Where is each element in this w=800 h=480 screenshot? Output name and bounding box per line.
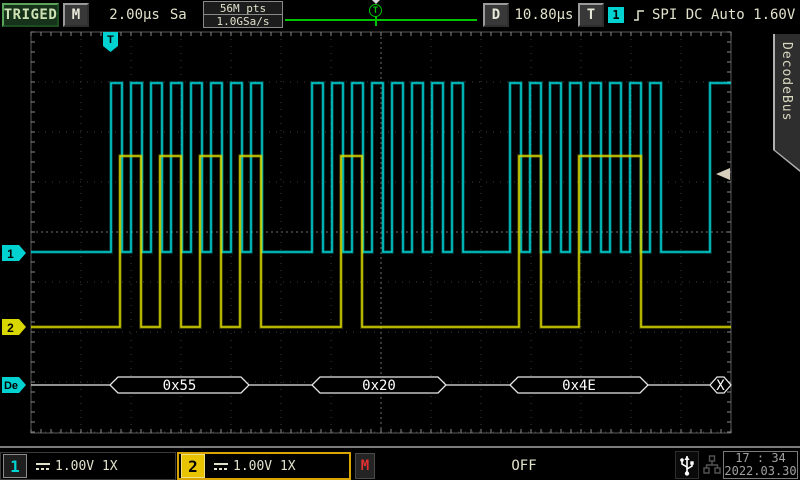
decode-value: 0x20 <box>362 378 396 394</box>
date-readout: 2022.03.30 <box>724 465 796 478</box>
usb-indicator <box>675 451 699 479</box>
trigger-position-ruler[interactable] <box>285 19 477 21</box>
channel1-scale: 1.00V 1X <box>55 459 118 474</box>
rising-edge-icon <box>632 8 647 23</box>
decode-value: 0x4E <box>562 378 596 394</box>
dc-coupling-icon <box>35 461 51 472</box>
timebase-readout: 2.00µs Sa <box>96 3 200 27</box>
trigger-menu-button[interactable]: T <box>578 3 604 27</box>
function-status: OFF <box>376 452 672 480</box>
trigger-status-badge: TRIGED <box>2 3 59 27</box>
channel1-section[interactable]: 1 1.00V 1X <box>0 452 176 480</box>
trigger-position-marker[interactable]: T <box>369 4 382 17</box>
math-channel-button[interactable]: M <box>355 453 375 479</box>
trigger-settings-readout: SPI DC Auto 1.60V <box>652 3 795 27</box>
usb-icon <box>679 453 695 477</box>
svg-text:1: 1 <box>7 247 14 261</box>
svg-text:T: T <box>107 34 114 46</box>
channel1-button[interactable]: 1 <box>3 454 27 478</box>
dc-coupling-icon <box>213 461 229 472</box>
svg-text:2: 2 <box>7 321 14 335</box>
lan-indicator <box>701 451 722 479</box>
acquisition-readout: 56M pts 1.0GSa/s <box>203 1 283 29</box>
acquire-mode: Sa <box>170 7 187 23</box>
horizontal-menu-button[interactable]: M <box>63 3 89 27</box>
ch1-position-badge[interactable]: 1 <box>2 245 26 261</box>
sample-rate: 1.0GSa/s <box>203 14 283 28</box>
decode-bus: 0x55 0x20 0x4E X <box>31 377 731 394</box>
timebase-value: 2.00µs <box>109 7 160 23</box>
decode-bus-badge[interactable]: De <box>2 377 26 393</box>
channel2-button[interactable]: 2 <box>181 454 205 478</box>
decode-value: X <box>716 378 725 394</box>
trigger-position-flag[interactable]: T <box>103 32 118 52</box>
ch2-position-badge[interactable]: 2 <box>2 319 26 335</box>
decode-bus-tab[interactable]: DecodeBus <box>773 34 800 172</box>
datetime-readout: 17 : 34 2022.03.30 <box>723 451 798 479</box>
scope-screen: 1 2 0x55 0x20 0x4E X De T <box>0 0 800 446</box>
level-arrow-icon[interactable] <box>716 168 730 180</box>
delay-menu-button[interactable]: D <box>483 3 509 27</box>
lan-icon <box>703 454 721 476</box>
channel2-section[interactable]: 2 1.00V 1X <box>177 452 351 480</box>
memory-depth: 56M pts <box>203 1 283 15</box>
decode-bus-tab-label: DecodeBus <box>779 42 794 121</box>
top-status-bar: TRIGED M 2.00µs Sa 56M pts 1.0GSa/s T D … <box>0 0 800 30</box>
decode-value: 0x55 <box>163 378 197 394</box>
svg-text:De: De <box>4 380 18 392</box>
trigger-delay-readout: 10.80µs <box>512 3 576 27</box>
trigger-source-badge: 1 <box>608 7 624 23</box>
bottom-status-bar: 1 1.00V 1X 2 1.00V 1X M OFF <box>0 446 800 480</box>
channel2-scale: 1.00V 1X <box>233 459 296 474</box>
